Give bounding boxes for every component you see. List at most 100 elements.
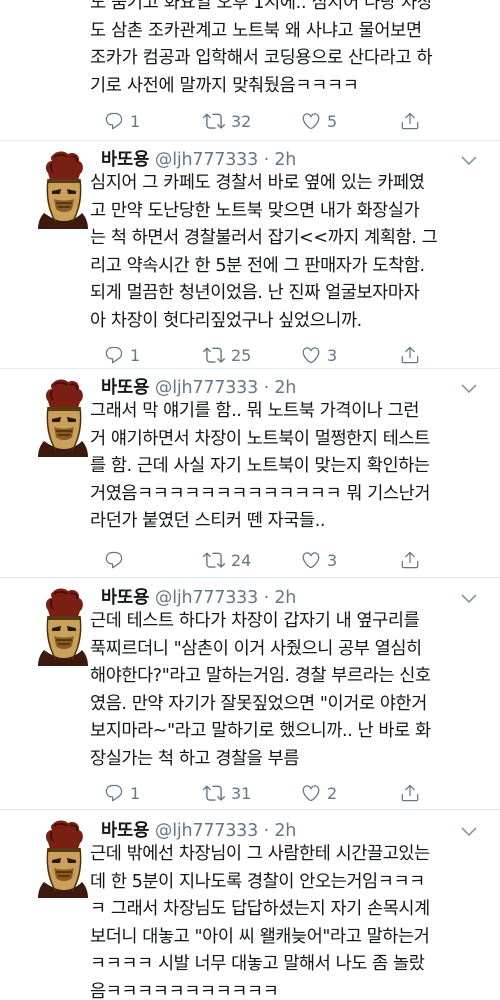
retweet-count: 31 (231, 783, 252, 803)
tweet-text-line: ㅋ 그래서 차장님도 답답하셨는지 자기 손목시계 (90, 899, 430, 919)
tweet-actions: 1 32 5 (0, 107, 500, 135)
share-icon (400, 345, 420, 365)
display-name[interactable]: 바또용 (101, 821, 149, 841)
reply-count: 1 (130, 783, 141, 803)
tweet-text-line: 리고 약속시간 한 5분 전에 그 판매자가 도착함. (90, 255, 425, 276)
retweet-icon (203, 549, 225, 571)
reply-count: 1 (130, 111, 141, 131)
timestamp[interactable]: · 2h (264, 378, 297, 398)
share-icon (400, 111, 420, 131)
tweet-header: 바또용 @ljh777333 · 2h (101, 377, 296, 399)
partial-tweet: 도 움기고 화요일 오후 1시에.. 심지어 나랑 차장 도 삼촌 조카관계고 … (0, 0, 500, 140)
chevron-down-icon[interactable] (460, 383, 478, 395)
reply-icon (104, 111, 124, 131)
tweet-text-line: 였음. 만약 자기가 잘못짚었으면 "이거로 야한거 (90, 693, 427, 714)
display-name[interactable]: 바또용 (101, 378, 149, 398)
reply-icon (104, 783, 124, 803)
retweet-button[interactable]: 32 (203, 107, 251, 135)
tweet-text-line: 보더니 대놓고 "아이 씨 왤캐늦어"라고 말하는거 (90, 926, 430, 947)
like-count: 3 (327, 550, 338, 570)
tweet[interactable]: 바또용 @ljh777333 · 2h 그래서 막 얘기를 함.. 뭐 노트북 … (0, 369, 500, 577)
tweet-text-line: 근데 테스트 하다가 차장이 갑자기 내 옆구리를 (90, 611, 420, 631)
like-button[interactable]: 3 (301, 546, 337, 574)
retweet-icon (203, 110, 225, 132)
timestamp[interactable]: · 2h (264, 821, 297, 841)
like-button[interactable]: 3 (301, 341, 337, 369)
tweet-text-line: 근데 밖에선 차장님이 그 사람한테 시간끌고있는 (90, 844, 430, 864)
tweet-actions: 24 3 (0, 546, 500, 574)
retweet-button[interactable]: 31 (203, 779, 251, 807)
heart-icon (301, 345, 321, 365)
heart-icon (301, 783, 321, 803)
tweet-text-line: 는 척 하면서 경찰불러서 잡기<<까지 계획함. 그 (90, 228, 438, 248)
timestamp[interactable]: · 2h (264, 588, 297, 608)
share-button[interactable] (400, 341, 420, 369)
retweet-button[interactable]: 25 (203, 341, 251, 369)
user-handle[interactable]: @ljh777333 (155, 588, 258, 608)
retweet-button[interactable]: 24 (203, 546, 251, 574)
tweet-text: 근데 밖에선 차장님이 그 사람한테 시간끌고있는 데 한 5분이 지나도록 경… (90, 841, 490, 1000)
tweet-text-line: 음ㅋㅋㅋㅋㅋㅋㅋㅋㅋㅋㅋ (90, 981, 279, 1000)
tweet-header: 바또용 @ljh777333 · 2h (101, 587, 296, 609)
tweet-text-line: 장실가는 척 하고 경찰을 부름 (90, 748, 300, 769)
tweet-actions: 1 31 2 (0, 779, 500, 807)
chevron-down-icon[interactable] (460, 593, 478, 605)
like-button[interactable]: 5 (301, 107, 337, 135)
tweet-text-line: 거 얘기하면서 차장이 노트북이 멀쩡한지 테스트 (90, 428, 430, 449)
tweet-text: 도 움기고 화요일 오후 1시에.. 심지어 나랑 차장 도 삼촌 조카관계고 … (90, 0, 490, 100)
tweet-text-line: 되게 멀끔한 청년이었음. 난 진짜 얼굴보자마자 (90, 283, 420, 303)
share-button[interactable] (400, 779, 420, 807)
tweet-text-line: 해야한다?"라고 말하는거임. 경찰 부르라는 신호 (90, 666, 431, 686)
like-count: 5 (327, 111, 338, 131)
chevron-down-icon[interactable] (460, 826, 478, 838)
retweet-icon (203, 344, 225, 366)
heart-icon (301, 550, 321, 570)
avatar[interactable] (34, 151, 92, 229)
heart-icon (301, 111, 321, 131)
tweet[interactable]: 바또용 @ljh777333 · 2h 근데 밖에선 차장님이 그 사람한테 시… (0, 810, 500, 1000)
tweet-text-line: 아 차장이 헛다리짚었구나 싶었으니까. (90, 310, 362, 331)
reply-icon (104, 550, 124, 570)
tweet-text-line: 고 만약 도난당한 노트북 맞으면 내가 화장실가 (90, 200, 420, 221)
avatar[interactable] (34, 820, 92, 898)
retweet-count: 24 (231, 550, 252, 570)
tweet-text: 그래서 막 얘기를 함.. 뭐 노트북 가격이나 그런 거 얘기하면서 차장이 … (90, 398, 490, 536)
tweet-text-line: 푹찌르더니 "삼촌이 이거 사줬으니 공부 열심히 (90, 638, 422, 659)
chevron-down-icon[interactable] (460, 155, 478, 167)
tweet-text-line: 라던가 붙였던 스티커 뗀 자국들.. (90, 511, 326, 531)
display-name[interactable]: 바또용 (101, 588, 149, 608)
avatar[interactable] (34, 379, 92, 457)
reply-button[interactable]: 1 (104, 107, 140, 135)
tweet-text-line: 기로 사전에 말까지 맞춰뒀음ㅋㅋㅋㅋ (90, 75, 359, 96)
tweet-text-line: 조카가 컴공과 입학해서 코딩용으로 산다라고 하 (90, 48, 433, 68)
tweet-text-line: ㅋㅋㅋㅋ 시발 너무 대놓고 말해서 나도 좀 놀랐 (90, 954, 425, 974)
like-count: 3 (327, 345, 338, 365)
avatar[interactable] (34, 588, 92, 666)
share-button[interactable] (400, 107, 420, 135)
reply-button[interactable] (104, 546, 130, 574)
tweet-actions: 1 25 3 (0, 341, 500, 369)
tweet-text-line: 도 삼촌 조카관계고 노트북 왜 사냐고 물어보면 (90, 20, 422, 41)
tweet-text-line: 를 함. 근데 사실 자기 노트북이 맞는지 확인하는 (90, 456, 430, 476)
display-name[interactable]: 바또용 (101, 150, 149, 170)
user-handle[interactable]: @ljh777333 (155, 821, 258, 841)
tweet[interactable]: 바또용 @ljh777333 · 2h 근데 테스트 하다가 차장이 갑자기 내… (0, 578, 500, 809)
reply-button[interactable]: 1 (104, 341, 140, 369)
tweet-header: 바또용 @ljh777333 · 2h (101, 149, 296, 171)
retweet-icon (203, 782, 225, 804)
share-button[interactable] (400, 546, 420, 574)
user-handle[interactable]: @ljh777333 (155, 150, 258, 170)
reply-icon (104, 345, 124, 365)
user-handle[interactable]: @ljh777333 (155, 378, 258, 398)
retweet-count: 25 (231, 345, 252, 365)
like-button[interactable]: 2 (301, 779, 337, 807)
tweet-text-line: 거였음ㅋㅋㅋㅋㅋㅋㅋㅋㅋㅋㅋㅋㅋ 뭐 기스난거 (90, 483, 431, 504)
timestamp[interactable]: · 2h (264, 150, 297, 170)
tweet-header: 바또용 @ljh777333 · 2h (101, 820, 296, 842)
reply-button[interactable]: 1 (104, 779, 140, 807)
share-icon (400, 783, 420, 803)
tweet-text-line: 심지어 그 카페도 경찰서 바로 옆에 있는 카페였 (90, 173, 425, 193)
tweet[interactable]: 바또용 @ljh777333 · 2h 심지어 그 카페도 경찰서 바로 옆에 … (0, 141, 500, 368)
share-icon (400, 550, 420, 570)
tweet-text: 심지어 그 카페도 경찰서 바로 옆에 있는 카페였 고 만약 도난당한 노트북… (90, 170, 490, 335)
